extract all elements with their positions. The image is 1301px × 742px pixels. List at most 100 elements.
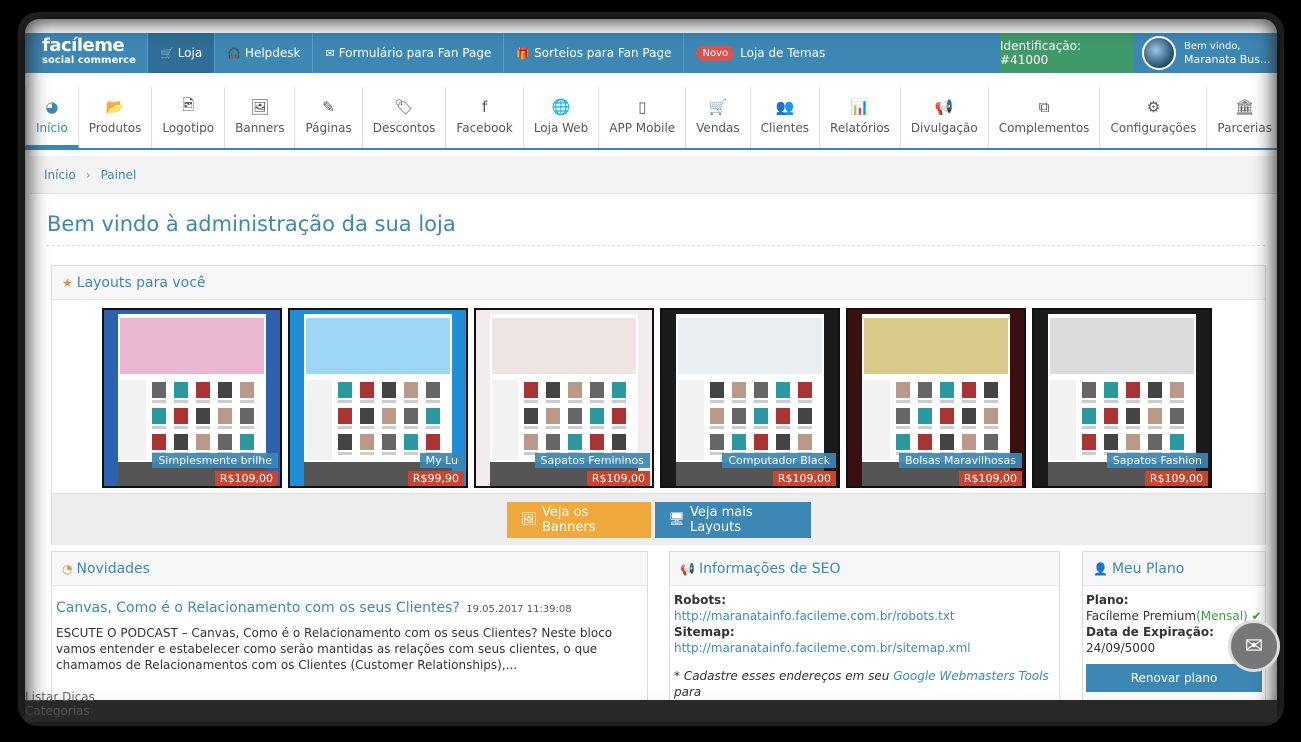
layout-name: Sapatos Femininos [534, 453, 650, 468]
mainnav-item-3[interactable]: 🖼 Banners [225, 87, 296, 148]
mainnav-label: Configurações [1110, 121, 1197, 135]
seo-note-suffix: para [674, 685, 702, 699]
topnav-item-3[interactable]: 🎁 Sorteios para Fan Page [503, 33, 683, 73]
layout-thumbnail[interactable]: Sapatos Femininos R$109,00 [474, 308, 654, 488]
sidebar-item-categories[interactable]: Categorias [25, 704, 95, 718]
layout-thumbnail[interactable]: Simplesmente brilhe R$109,00 [102, 308, 282, 488]
news-article-link[interactable]: Canvas, Como é o Relacionamento com os s… [56, 600, 460, 616]
layouts-heading: Layouts para você [76, 274, 206, 291]
topnav-label: Loja [177, 46, 203, 60]
topnav-item-2[interactable]: ✉ Formulário para Fan Page [312, 33, 503, 73]
desktop-icon: 🖥 [668, 512, 686, 527]
seo-note: * Cadastre esses endereços em seu Google… [674, 668, 1059, 700]
brand-logo[interactable]: facíleme social commerce [25, 33, 147, 73]
news-excerpt: ESCUTE O PODCAST – Canvas, Como é o Rela… [56, 626, 613, 672]
mainnav-item-5[interactable]: 🏷 Descontos [363, 87, 447, 148]
layout-price: R$109,00 [1144, 471, 1208, 486]
bottom-bar [25, 700, 1277, 722]
mainnav-label: Páginas [305, 121, 352, 135]
user-menu[interactable]: Bem vindo, Maranata Bus... [1136, 33, 1277, 73]
topnav-label: Helpdesk [244, 46, 301, 60]
image-file-icon: 🖻 [182, 95, 195, 114]
headset-icon: 🎧 [227, 46, 241, 60]
webmaster-tools-link[interactable]: Google Webmasters Tools [893, 669, 1049, 683]
layout-thumbnail[interactable]: Sapatos Fashion R$109,00 [1032, 308, 1212, 488]
layout-thumbnail[interactable]: Computador Black R$109,00 [660, 308, 840, 488]
top-nav: 🛒 Loja 🎧 Helpdesk ✉ Formulário para Fan Page 🎁… [147, 33, 837, 73]
mainnav-item-4[interactable]: ✎ Páginas [295, 87, 363, 148]
cart-icon: 🛒 [708, 98, 728, 116]
layout-thumbnail[interactable]: Bolsas Maravilhosas R$109,00 [846, 308, 1026, 488]
layout-thumbnail[interactable]: My Lu R$99,90 [288, 308, 468, 488]
mainnav-item-10[interactable]: 👥 Clientes [751, 87, 821, 148]
edit-icon: ✎ [322, 98, 335, 116]
mainnav-item-2[interactable]: 🖻 Logotipo [152, 87, 226, 148]
user-name: Maranata Bus... [1184, 52, 1271, 66]
mainnav-item-9[interactable]: 🛒 Vendas [686, 87, 751, 148]
topnav-item-0[interactable]: 🛒 Loja [147, 33, 215, 73]
mainnav-item-1[interactable]: 📂 Produtos [79, 87, 153, 148]
topnav-item-4[interactable]: Novo Loja de Temas [683, 33, 837, 73]
topnav-item-1[interactable]: 🎧 Helpdesk [214, 33, 312, 73]
renew-plan-button[interactable]: Renovar plano [1086, 664, 1262, 692]
mainnav-item-15[interactable]: 🏛 Parcerias [1207, 87, 1277, 148]
mainnav-item-0[interactable]: ◕ Início [25, 87, 79, 148]
robots-label: Robots: [674, 593, 726, 607]
rss-icon: ◔ [62, 561, 73, 576]
mainnav-item-12[interactable]: 📢 Divulgação [901, 87, 989, 148]
mainnav-label: Loja Web [533, 121, 589, 135]
mainnav-label: Clientes [760, 121, 810, 135]
view-banners-label: Veja os Banners [542, 504, 596, 535]
layout-price: R$99,90 [407, 471, 464, 486]
user-greeting: Bem vindo, [1184, 40, 1241, 52]
mainnav-label: APP Mobile [609, 121, 676, 135]
mainnav-label: Complementos [998, 121, 1090, 135]
identification-badge: Identificação: #41000 [1000, 33, 1133, 73]
layouts-panel: ★ Layouts para você Simplesmente brilhe R… [51, 265, 1266, 545]
main-nav: ◕ Início 📂 Produtos 🖻 Logotipo 🖼 Banners ✎ Página… [25, 87, 1277, 150]
cubes-icon: ⧉ [1038, 98, 1050, 116]
mainnav-item-11[interactable]: 📊 Relatórios [820, 87, 901, 148]
more-layouts-button[interactable]: 🖥 Veja mais Layouts [654, 501, 811, 538]
folder-icon: 📂 [105, 98, 125, 116]
mainnav-label: Descontos [372, 121, 436, 135]
robots-link[interactable]: http://maranatainfo.facileme.com.br/robo… [674, 608, 1059, 624]
gears-icon: ⚙ [1146, 98, 1161, 116]
mainnav-label: Produtos [88, 121, 142, 135]
mainnav-item-14[interactable]: ⚙ Configurações [1100, 87, 1208, 148]
mainnav-item-13[interactable]: ⧉ Complementos [989, 87, 1101, 148]
news-date: 19.05.2017 11:39:08 [466, 604, 572, 615]
brand-tagline: social commerce [42, 55, 136, 66]
topnav-label: Loja de Temas [740, 46, 826, 60]
seo-panel-header: 📢 Informações de SEO [670, 552, 1059, 586]
breadcrumb-current[interactable]: Painel [101, 168, 137, 182]
mainnav-label: Parcerias [1217, 121, 1272, 135]
breadcrumb: Início › Painel [30, 156, 1277, 194]
bullhorn-icon: 📢 [680, 561, 695, 576]
page-title: Bem vindo à administração da sua loja [47, 212, 456, 236]
floating-chat-button[interactable]: ✉ [1228, 620, 1280, 672]
view-banners-button[interactable]: 🖼 Veja os Banners [506, 501, 651, 538]
users-icon: 👥 [775, 98, 795, 116]
hidden-sidebar-text: Listar Dicas Categorias [25, 690, 95, 718]
bar-chart-icon: 📊 [850, 98, 870, 116]
facebook-icon: f [481, 98, 488, 116]
seo-panel: 📢 Informações de SEO Robots: http://mara… [669, 551, 1060, 719]
layout-name: Simplesmente brilhe [152, 453, 278, 468]
sitemap-link[interactable]: http://maranatainfo.facileme.com.br/site… [674, 640, 1059, 656]
cart-icon: 🛒 [160, 46, 174, 60]
envelope-open-icon: ✉ [1244, 633, 1264, 659]
news-heading: Novidades [76, 560, 150, 577]
globe-icon: 🌐 [551, 98, 571, 116]
mainnav-item-8[interactable]: ▯ APP Mobile [599, 87, 687, 148]
mainnav-item-7[interactable]: 🌐 Loja Web [524, 87, 600, 148]
layouts-panel-header: ★ Layouts para você [52, 266, 1265, 300]
layout-price: R$109,00 [772, 471, 836, 486]
bullhorn-icon: 📢 [934, 98, 954, 116]
dashboard-icon: ◕ [45, 98, 59, 116]
app-window: facíleme social commerce 🛒 Loja 🎧 Helpdesk ✉… [25, 19, 1277, 719]
sidebar-item-list-tips[interactable]: Listar Dicas [25, 690, 95, 704]
breadcrumb-home[interactable]: Início [44, 168, 76, 182]
mainnav-item-6[interactable]: f Facebook [446, 87, 524, 148]
layout-name: Computador Black [722, 453, 836, 468]
